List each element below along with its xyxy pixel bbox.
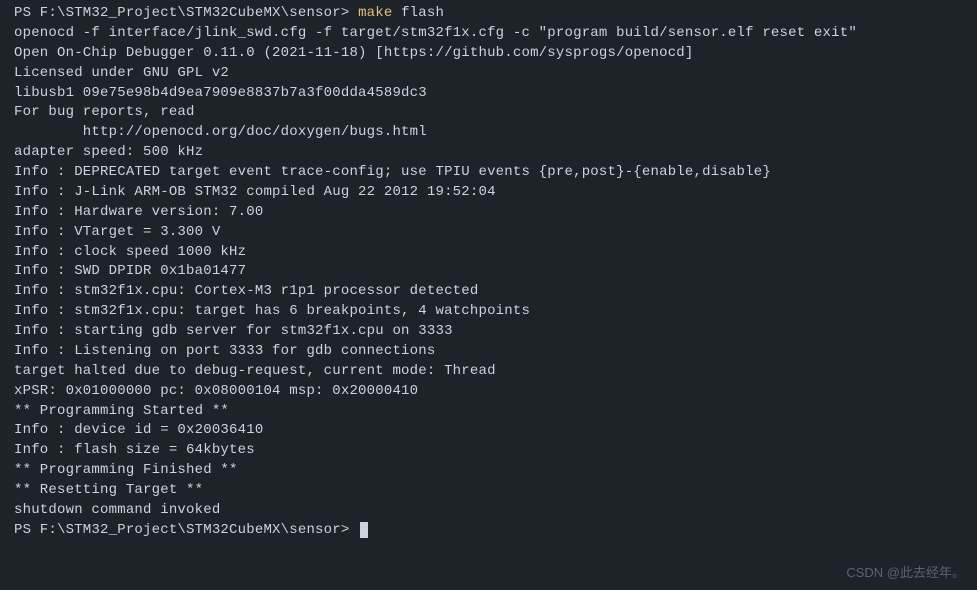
output-line: http://openocd.org/doc/doxygen/bugs.html <box>14 123 963 143</box>
output-line: libusb1 09e75e98b4d9ea7909e8837b7a3f00dd… <box>14 84 963 104</box>
watermark: CSDN @此去经年。 <box>846 564 965 582</box>
output-line: Info : clock speed 1000 kHz <box>14 243 963 263</box>
output-line: Info : J-Link ARM-OB STM32 compiled Aug … <box>14 183 963 203</box>
output-line: target halted due to debug-request, curr… <box>14 362 963 382</box>
output-line: xPSR: 0x01000000 pc: 0x08000104 msp: 0x2… <box>14 382 963 402</box>
output-line: Info : device id = 0x20036410 <box>14 421 963 441</box>
output-line: adapter speed: 500 kHz <box>14 143 963 163</box>
prompt-line-2[interactable]: PS F:\STM32_Project\STM32CubeMX\sensor> <box>14 521 963 541</box>
output-line: ** Resetting Target ** <box>14 481 963 501</box>
output-line: Info : stm32f1x.cpu: target has 6 breakp… <box>14 302 963 322</box>
output-line: For bug reports, read <box>14 103 963 123</box>
output-line: Open On-Chip Debugger 0.11.0 (2021-11-18… <box>14 44 963 64</box>
command-highlight: make <box>358 5 392 21</box>
prompt-line-1: PS F:\STM32_Project\STM32CubeMX\sensor> … <box>14 4 963 24</box>
output-line: Info : VTarget = 3.300 V <box>14 223 963 243</box>
output-line: Info : Hardware version: 7.00 <box>14 203 963 223</box>
output-line: ** Programming Started ** <box>14 402 963 422</box>
output-line: openocd -f interface/jlink_swd.cfg -f ta… <box>14 24 963 44</box>
output-line: Info : Listening on port 3333 for gdb co… <box>14 342 963 362</box>
command-rest: flash <box>392 5 444 21</box>
output-line: shutdown command invoked <box>14 501 963 521</box>
output-line: ** Programming Finished ** <box>14 461 963 481</box>
output-line: Info : starting gdb server for stm32f1x.… <box>14 322 963 342</box>
output-line: Info : DEPRECATED target event trace-con… <box>14 163 963 183</box>
prompt-path: PS F:\STM32_Project\STM32CubeMX\sensor> <box>14 522 358 538</box>
output-line: Info : SWD DPIDR 0x1ba01477 <box>14 262 963 282</box>
output-line: Info : flash size = 64kbytes <box>14 441 963 461</box>
output-line: Licensed under GNU GPL v2 <box>14 64 963 84</box>
cursor-icon <box>360 522 368 538</box>
prompt-path: PS F:\STM32_Project\STM32CubeMX\sensor> <box>14 5 358 21</box>
output-line: Info : stm32f1x.cpu: Cortex-M3 r1p1 proc… <box>14 282 963 302</box>
